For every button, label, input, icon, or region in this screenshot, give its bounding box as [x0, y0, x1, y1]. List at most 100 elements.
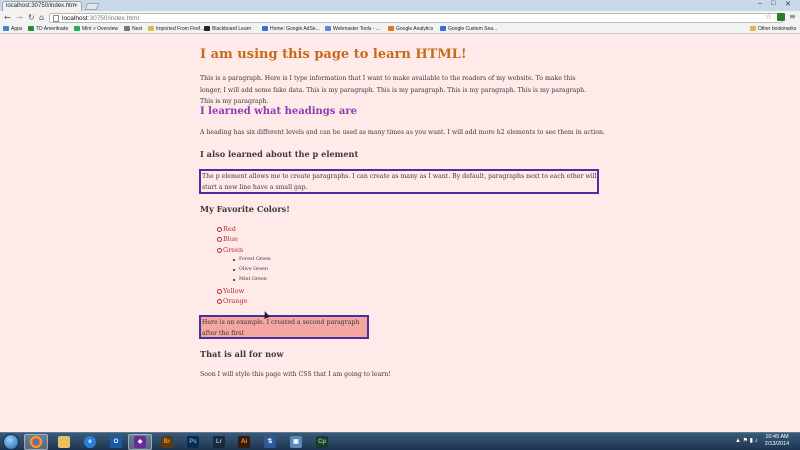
other-bookmarks[interactable]: Other bookmarks: [750, 26, 796, 32]
captivate-icon: Cp: [316, 436, 328, 448]
list-item: Red: [217, 224, 271, 234]
list-item: Blue: [217, 234, 271, 244]
close-window-icon[interactable]: ✕: [785, 0, 791, 8]
bookmark-label: Google Analytics: [396, 26, 434, 32]
outlook-icon: O: [110, 436, 122, 448]
bridge-icon: Br: [161, 436, 173, 448]
closing-heading: That is all for now: [200, 349, 284, 359]
bookmark-item[interactable]: Webmaster Tools - ...: [325, 26, 380, 32]
clock[interactable]: 10:45 AM 2/13/2014: [760, 434, 794, 448]
bookmark-favicon-icon: [262, 26, 268, 31]
visual-studio-icon: ◆: [134, 436, 146, 448]
bookmark-item[interactable]: Imported From Firef...: [148, 26, 204, 32]
headings-heading: I learned what headings are: [200, 106, 358, 117]
bookmark-favicon-icon: [74, 26, 80, 31]
bookmark-label: TD Ameritrade: [36, 26, 69, 32]
minimize-icon[interactable]: –: [758, 0, 762, 7]
bookmark-item[interactable]: TD Ameritrade: [28, 26, 68, 32]
page-icon: [53, 15, 59, 22]
browser-tab[interactable]: localhost:30750/index.htm ×: [2, 1, 82, 11]
folder-icon: [750, 26, 756, 31]
tab-strip: localhost:30750/index.htm × – □ ✕: [0, 0, 800, 11]
bookmark-label: Webmaster Tools - ...: [333, 26, 381, 32]
bookmark-item[interactable]: Mint > Overview: [74, 26, 118, 32]
bookmark-label: Home: Google AdSe...: [270, 26, 320, 32]
taskbar-photoshop-button[interactable]: Ps: [181, 434, 205, 450]
taskbar-ie-button[interactable]: e: [78, 434, 102, 450]
bookmark-favicon-icon: [388, 26, 394, 31]
bookmark-label: Mint > Overview: [82, 26, 118, 32]
bookmark-star-icon[interactable]: ☆: [765, 12, 772, 21]
taskbar: e O ◆ Br Ps Lr Ai ⇅ ▣ Cp ▲ ⚑ ▮ ♪ 10:45 A…: [0, 432, 800, 450]
taskbar-network-button[interactable]: ⇅: [258, 434, 282, 450]
other-bookmarks-label: Other bookmarks: [758, 26, 797, 32]
sublist-item: Olive Green: [233, 265, 271, 275]
illustrator-icon: Ai: [238, 436, 250, 448]
tab-title: localhost:30750/index.htm: [6, 3, 76, 9]
network-icon: ⇅: [264, 436, 276, 448]
address-bar[interactable]: localhost:30750/index.html: [49, 13, 783, 23]
headings-paragraph: A heading has six different levels and c…: [200, 129, 605, 136]
maximize-icon[interactable]: □: [771, 0, 775, 7]
apps-icon: [3, 26, 9, 31]
photoshop-icon: Ps: [187, 436, 199, 448]
ie-icon: e: [84, 436, 96, 448]
taskbar-lightroom-button[interactable]: Lr: [207, 434, 231, 450]
bookmark-label: Imported From Firef...: [156, 26, 205, 32]
taskbar-bridge-button[interactable]: Br: [155, 434, 179, 450]
sublist-item: Mint Green: [233, 275, 271, 285]
taskbar-visualstudio-button[interactable]: ◆: [128, 434, 152, 450]
bookmark-item[interactable]: Google Custom Sea...: [440, 26, 497, 32]
forward-icon[interactable]: →: [16, 13, 23, 22]
taskbar-remote-button[interactable]: ▣: [284, 434, 308, 450]
taskbar-illustrator-button[interactable]: Ai: [232, 434, 256, 450]
extension-icon[interactable]: [777, 13, 785, 21]
bookmark-item[interactable]: Blackboard Learn: [204, 26, 251, 32]
folder-icon: [148, 26, 154, 31]
start-button[interactable]: [3, 434, 19, 450]
bookmark-favicon-icon: [325, 26, 331, 31]
colors-heading: My Favorite Colors!: [200, 204, 290, 214]
bookmark-label: Apps: [11, 26, 23, 32]
lightroom-icon: Lr: [213, 436, 225, 448]
green-label: Green: [223, 245, 244, 254]
bookmark-favicon-icon: [28, 26, 34, 31]
reload-icon[interactable]: ↻: [28, 13, 35, 22]
bookmark-item[interactable]: Apps: [3, 26, 22, 32]
remote-desktop-icon: ▣: [290, 436, 302, 448]
clock-date: 2/13/2014: [764, 441, 790, 447]
list-item: Yellow: [217, 286, 271, 296]
taskbar-explorer-button[interactable]: [52, 434, 76, 450]
home-icon[interactable]: ⌂: [39, 13, 44, 22]
back-icon[interactable]: ←: [4, 13, 11, 22]
chrome-icon: [30, 436, 42, 448]
bookmark-label: Blackboard Learn: [212, 26, 252, 32]
bookmark-favicon-icon: [440, 26, 446, 31]
intro-paragraph: This is a paragraph. Here is I type info…: [200, 75, 587, 105]
bookmark-item[interactable]: Google Analytics: [388, 26, 433, 32]
new-tab-button[interactable]: [84, 3, 100, 10]
menu-icon[interactable]: ≡: [789, 12, 796, 21]
system-tray-icons[interactable]: ▲ ⚑ ▮ ♪: [735, 437, 758, 444]
list-item-green: Green Forest Green Olive Green Mint Gree…: [217, 245, 271, 286]
close-tab-icon[interactable]: ×: [74, 3, 78, 9]
page-viewport: I am using this page to learn HTML! This…: [0, 35, 800, 432]
bookmark-label: Nest: [132, 26, 143, 32]
bookmark-item[interactable]: Home: Google AdSe...: [262, 26, 320, 32]
bookmark-favicon-icon: [204, 26, 210, 31]
bookmark-label: Google Custom Sea...: [448, 26, 498, 32]
closing-paragraph: Soon I will style this page with CSS tha…: [200, 371, 391, 378]
bookmark-favicon-icon: [124, 26, 130, 31]
example-paragraph: Here is an example. I created a second p…: [199, 315, 369, 339]
clock-time: 10:45 AM: [765, 434, 789, 440]
taskbar-chrome-button[interactable]: [24, 434, 48, 450]
url-host: localhost: [62, 15, 88, 22]
sublist-item: Forest Green: [233, 255, 271, 265]
greens-sublist: Forest Green Olive Green Mint Green: [233, 255, 271, 286]
bookmarks-bar: Apps TD Ameritrade Mint > Overview Nest …: [0, 25, 800, 34]
bookmark-item[interactable]: Nest: [124, 26, 142, 32]
taskbar-outlook-button[interactable]: O: [104, 434, 128, 450]
folder-icon: [58, 436, 70, 448]
browser-toolbar: ← → ↻ ⌂ localhost:30750/index.html ☆ ≡: [0, 11, 800, 25]
taskbar-captivate-button[interactable]: Cp: [310, 434, 334, 450]
